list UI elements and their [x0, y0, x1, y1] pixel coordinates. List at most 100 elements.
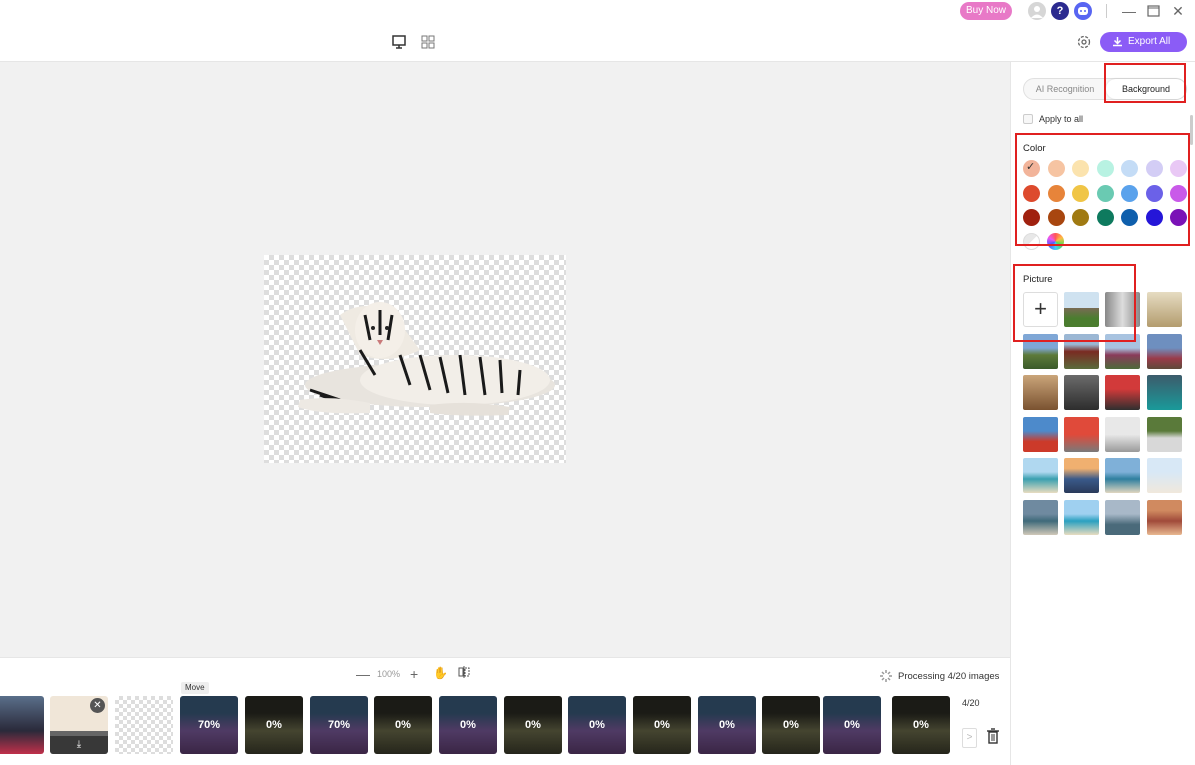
compare-icon[interactable]	[458, 666, 470, 681]
picture-section-title: Picture	[1023, 274, 1053, 285]
background-picture-thumbnail[interactable]	[1147, 416, 1182, 452]
filmstrip-thumbnail[interactable]: 70%	[180, 696, 238, 754]
color-swatch[interactable]	[1121, 160, 1138, 177]
background-picture-thumbnail[interactable]	[1105, 458, 1140, 494]
title-bar: Buy Now ? — ✕	[0, 0, 1195, 22]
background-picture-thumbnail[interactable]	[1147, 333, 1182, 369]
color-swatch[interactable]	[1170, 209, 1187, 226]
background-picture-thumbnail[interactable]	[1023, 500, 1058, 535]
tab-ai-recognition[interactable]: AI Recognition	[1024, 79, 1106, 99]
color-section-title: Color	[1023, 143, 1046, 154]
transparent-color-swatch[interactable]	[1023, 233, 1040, 250]
download-icon[interactable]: ⤓	[50, 736, 108, 754]
custom-color-picker-swatch[interactable]	[1047, 233, 1064, 250]
progress-label: 0%	[374, 696, 432, 754]
background-picture-thumbnail[interactable]	[1064, 375, 1099, 411]
color-swatch[interactable]	[1072, 209, 1089, 226]
background-picture-thumbnail[interactable]	[1105, 500, 1140, 535]
background-picture-thumbnail[interactable]	[1023, 416, 1058, 452]
background-picture-thumbnail[interactable]	[1105, 375, 1140, 411]
progress-label: 70%	[310, 696, 368, 754]
color-swatch[interactable]	[1145, 209, 1163, 226]
apply-to-all-label: Apply to all	[1039, 114, 1084, 124]
filmstrip-thumbnail[interactable]: 0%	[698, 696, 756, 754]
filmstrip-thumbnail[interactable]: 0%	[823, 696, 881, 754]
color-swatch[interactable]	[1047, 160, 1065, 177]
background-picture-thumbnail[interactable]	[1023, 333, 1058, 369]
filmstrip-thumbnail[interactable]: 0%	[892, 696, 950, 754]
color-swatch[interactable]	[1072, 184, 1089, 202]
filmstrip-thumbnail[interactable]: 0%	[762, 696, 820, 754]
close-window-icon[interactable]: ✕	[1169, 2, 1187, 20]
filmstrip-thumbnail[interactable]: 0%	[568, 696, 626, 754]
background-picture-thumbnail[interactable]	[1064, 292, 1099, 327]
remove-image-icon[interactable]: ✕	[90, 698, 105, 713]
background-picture-thumbnail[interactable]	[1147, 292, 1182, 327]
maximize-icon[interactable]	[1145, 2, 1163, 20]
single-view-icon[interactable]	[391, 34, 407, 50]
next-page-button[interactable]: >	[962, 728, 977, 748]
color-swatch[interactable]	[1170, 184, 1187, 202]
background-picture-thumbnail[interactable]	[1023, 458, 1058, 494]
panel-scrollbar[interactable]	[1190, 115, 1193, 145]
filmstrip-thumbnail[interactable]: 0%	[374, 696, 432, 754]
help-icon[interactable]: ?	[1051, 2, 1069, 20]
export-all-label: Export All	[1128, 36, 1171, 47]
filmstrip-thumbnail[interactable]: 70%	[310, 696, 368, 754]
color-swatch[interactable]	[1023, 184, 1040, 202]
progress-label: 0%	[823, 696, 881, 754]
mode-tabs: AI Recognition Background	[1023, 78, 1187, 100]
background-picture-thumbnail[interactable]	[1064, 500, 1099, 535]
background-picture-thumbnail[interactable]	[1147, 458, 1182, 494]
discord-icon[interactable]	[1074, 2, 1092, 20]
background-picture-thumbnail[interactable]	[1147, 500, 1182, 535]
background-picture-thumbnail[interactable]	[1064, 416, 1099, 452]
background-picture-thumbnail[interactable]	[1064, 458, 1099, 494]
filmstrip-thumbnail[interactable]: 0%	[245, 696, 303, 754]
progress-label: 0%	[439, 696, 497, 754]
add-picture-button[interactable]: +	[1023, 292, 1058, 327]
buy-now-button[interactable]: Buy Now	[960, 2, 1012, 20]
zoom-out-button[interactable]: —	[356, 666, 370, 682]
account-avatar-icon[interactable]	[1028, 2, 1046, 20]
filmstrip-thumbnail[interactable]	[0, 696, 44, 754]
progress-label: 0%	[892, 696, 950, 754]
color-swatch[interactable]	[1096, 209, 1114, 226]
export-all-button[interactable]: Export All	[1100, 32, 1187, 52]
color-swatch[interactable]	[1145, 160, 1163, 177]
background-picture-thumbnail[interactable]	[1147, 375, 1182, 411]
progress-label: 0%	[698, 696, 756, 754]
filmstrip-thumbnail[interactable]	[115, 696, 173, 754]
color-swatch[interactable]	[1170, 160, 1187, 177]
color-swatch[interactable]	[1145, 184, 1163, 202]
filmstrip-thumbnail[interactable]: 0%	[633, 696, 691, 754]
delete-trash-icon[interactable]	[986, 728, 1000, 747]
color-swatch[interactable]	[1121, 184, 1138, 202]
color-swatch[interactable]	[1047, 184, 1065, 202]
settings-gear-icon[interactable]	[1076, 34, 1092, 50]
color-swatch[interactable]	[1096, 160, 1114, 177]
zoom-in-button[interactable]: +	[410, 666, 418, 682]
progress-label: 0%	[762, 696, 820, 754]
tab-background[interactable]: Background	[1106, 79, 1186, 99]
background-picture-thumbnail[interactable]	[1105, 416, 1140, 452]
color-swatch[interactable]	[1096, 184, 1114, 202]
background-picture-thumbnail[interactable]	[1023, 375, 1058, 411]
filmstrip-thumbnail[interactable]: 0%	[504, 696, 562, 754]
color-swatch[interactable]	[1121, 209, 1138, 226]
grid-view-icon[interactable]	[420, 34, 436, 50]
apply-to-all-option[interactable]: Apply to all	[1023, 114, 1083, 124]
background-picture-thumbnail[interactable]	[1105, 292, 1140, 327]
background-picture-thumbnail[interactable]	[1064, 333, 1099, 369]
filmstrip-thumbnail[interactable]: 0%	[439, 696, 497, 754]
pan-hand-icon[interactable]: ✋	[433, 666, 448, 680]
background-picture-thumbnail[interactable]	[1105, 333, 1140, 369]
color-swatch[interactable]	[1072, 160, 1089, 177]
apply-to-all-checkbox[interactable]	[1023, 114, 1033, 124]
color-swatch[interactable]	[1023, 209, 1040, 226]
processing-status: Processing 4/20 images	[880, 670, 999, 682]
color-swatch[interactable]	[1023, 160, 1040, 177]
minimize-icon[interactable]: —	[1120, 2, 1138, 20]
color-swatch[interactable]	[1047, 209, 1065, 226]
image-counter: 4/20	[962, 698, 980, 708]
